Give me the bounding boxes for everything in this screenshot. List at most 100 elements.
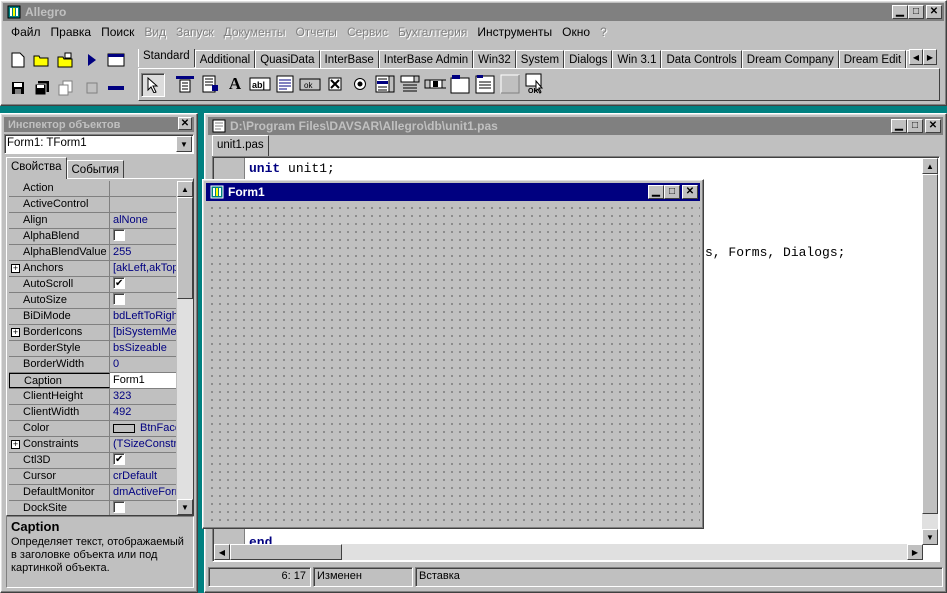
menu-file[interactable]: Файл — [11, 25, 41, 41]
editor-scroll-down[interactable]: ▼ — [922, 529, 938, 545]
popup-menu-icon[interactable] — [199, 73, 221, 95]
menu-run[interactable]: Запуск — [176, 25, 214, 41]
property-value[interactable] — [110, 277, 176, 292]
property-row[interactable]: DefaultMonitor dmActiveForm — [9, 485, 176, 501]
property-row[interactable]: Cursor crDefault — [9, 469, 176, 485]
scroll-up-button[interactable]: ▲ — [177, 181, 193, 197]
property-value[interactable]: 0 — [110, 357, 176, 372]
property-row[interactable]: ClientHeight 323 — [9, 389, 176, 405]
maximize-button[interactable]: □ — [908, 5, 924, 19]
open-unit-icon[interactable] — [55, 77, 77, 99]
scroll-down-button[interactable]: ▼ — [177, 499, 193, 515]
form1-close-button[interactable]: ✕ — [682, 185, 698, 199]
palette-tab-win31[interactable]: Win 3.1 — [612, 50, 662, 69]
property-row[interactable]: ActiveControl — [9, 197, 176, 213]
open-folder-icon[interactable] — [31, 49, 53, 71]
menu-tools[interactable]: Инструменты — [477, 25, 552, 41]
toggle-form-unit-icon[interactable] — [105, 77, 127, 99]
property-value[interactable]: 255 — [110, 245, 176, 260]
property-value[interactable]: crDefault — [110, 469, 176, 484]
property-checkbox[interactable] — [113, 453, 125, 467]
tab-properties[interactable]: Свойства — [6, 157, 67, 179]
palette-scroll-right[interactable]: ▶ — [923, 49, 937, 65]
property-row[interactable]: AutoSize — [9, 293, 176, 309]
button-icon[interactable]: ok — [299, 73, 321, 95]
palette-tab-dream-company[interactable]: Dream Company — [741, 50, 839, 69]
palette-tab-system[interactable]: System — [515, 50, 565, 69]
actionlist-icon[interactable]: OK — [524, 73, 546, 95]
menu-accounting[interactable]: Бухгалтерия — [398, 25, 467, 41]
inspector-title-bar[interactable]: Инспектор объектов ✕ — [4, 117, 194, 132]
palette-tab-dialogs[interactable]: Dialogs — [564, 50, 613, 69]
editor-vscroll[interactable]: ▲ ▼ — [922, 158, 938, 545]
tab-events[interactable]: События — [66, 160, 124, 179]
save-all-icon[interactable] — [31, 77, 53, 99]
property-row[interactable]: AlphaBlend — [9, 229, 176, 245]
edit-icon[interactable]: ab| — [249, 73, 271, 95]
property-scrollbar[interactable]: ▲ ▼ — [177, 181, 193, 515]
property-value[interactable]: Form1 — [110, 373, 176, 388]
editor-scroll-thumb[interactable] — [922, 174, 938, 514]
ide-title-bar[interactable]: Allegro ▁ □ ✕ — [3, 3, 944, 21]
property-checkbox[interactable] — [113, 277, 125, 291]
form1-design-surface[interactable] — [206, 202, 700, 526]
property-value[interactable]: alNone — [110, 213, 176, 228]
palette-tab-dream-edit[interactable]: Dream Edit — [838, 50, 907, 69]
label-icon[interactable]: A — [224, 73, 246, 95]
new-file-icon[interactable] — [7, 49, 29, 71]
menu-service[interactable]: Сервис — [347, 25, 388, 41]
editor-close-button[interactable]: ✕ — [925, 119, 941, 133]
editor-maximize-button[interactable]: □ — [907, 119, 923, 133]
editor-scroll-left[interactable]: ◀ — [214, 544, 230, 560]
panel-icon[interactable] — [499, 73, 521, 95]
inspector-close-button[interactable]: ✕ — [178, 117, 192, 130]
palette-tab-standard[interactable]: Standard — [138, 49, 195, 67]
expand-plus-icon[interactable]: + — [11, 440, 20, 449]
form-view-icon[interactable] — [105, 49, 127, 71]
property-value[interactable] — [110, 453, 176, 468]
radiobutton-icon[interactable] — [349, 73, 371, 95]
property-value[interactable] — [110, 197, 176, 212]
property-value[interactable]: bsSizeable — [110, 341, 176, 356]
menu-search[interactable]: Поиск — [101, 25, 134, 41]
editor-title-bar[interactable]: D:\Program Files\DAVSAR\Allegro\db\unit1… — [208, 117, 943, 135]
radiogroup-icon[interactable] — [474, 73, 496, 95]
property-value[interactable]: 323 — [110, 389, 176, 404]
main-menu-icon[interactable] — [174, 73, 196, 95]
property-row[interactable]: Color BtnFace — [9, 421, 176, 437]
property-value[interactable]: 492 — [110, 405, 176, 420]
palette-tab-data-controls[interactable]: Data Controls — [661, 50, 742, 69]
form1-window[interactable]: Form1 ▁ □ ✕ — [202, 179, 704, 529]
property-value[interactable] — [110, 293, 176, 308]
menu-window[interactable]: Окно — [562, 25, 590, 41]
tab-unit1[interactable]: unit1.pas — [212, 135, 269, 156]
property-row[interactable]: BorderWidth 0 — [9, 357, 176, 373]
property-row[interactable]: Align alNone — [9, 213, 176, 229]
palette-tab-win32[interactable]: Win32 — [473, 50, 516, 69]
groupbox-icon[interactable] — [449, 73, 471, 95]
run-icon[interactable] — [81, 49, 103, 71]
property-value[interactable]: [akLeft,akTop — [110, 261, 176, 276]
property-value[interactable]: (TSizeConstra — [110, 437, 176, 452]
form1-minimize-button[interactable]: ▁ — [648, 185, 664, 199]
expand-plus-icon[interactable]: + — [11, 264, 20, 273]
property-value[interactable] — [110, 181, 176, 196]
property-row[interactable]: AlphaBlendValue 255 — [9, 245, 176, 261]
pause-icon[interactable] — [81, 77, 103, 99]
palette-tab-interbase-admin[interactable]: InterBase Admin — [378, 50, 474, 69]
save-icon[interactable] — [7, 77, 29, 99]
editor-scroll-right[interactable]: ▶ — [907, 544, 923, 560]
property-checkbox[interactable] — [113, 293, 125, 306]
editor-hscroll-thumb[interactable] — [230, 544, 342, 560]
property-value[interactable]: [biSystemMen — [110, 325, 176, 340]
palette-tab-interbase[interactable]: InterBase — [319, 50, 379, 69]
menu-documents[interactable]: Документы — [224, 25, 286, 41]
property-checkbox[interactable] — [113, 501, 125, 514]
memo-icon[interactable] — [274, 73, 296, 95]
property-value[interactable] — [110, 501, 176, 515]
editor-scroll-up[interactable]: ▲ — [922, 158, 938, 174]
checkbox-icon[interactable] — [324, 73, 346, 95]
scroll-thumb[interactable] — [177, 197, 193, 299]
editor-hscroll[interactable]: ◀ ▶ — [214, 544, 923, 560]
expand-plus-icon[interactable]: + — [11, 328, 20, 337]
